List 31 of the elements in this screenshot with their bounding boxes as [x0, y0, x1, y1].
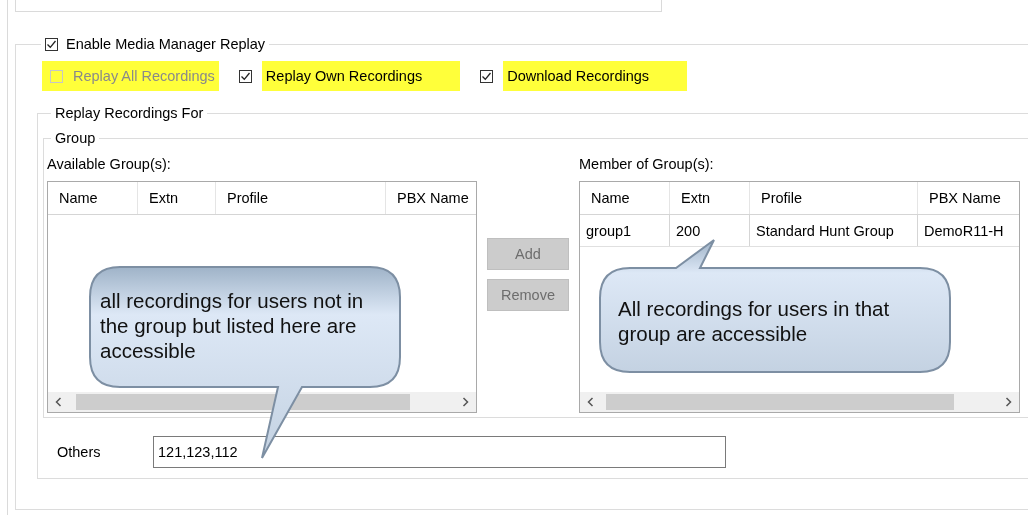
highlighted-label[interactable]: Download Recordings	[503, 61, 688, 91]
checkbox[interactable]	[238, 69, 252, 83]
checkbox[interactable]	[45, 37, 58, 51]
scroll-left-icon[interactable]	[586, 397, 596, 407]
checkbox[interactable]	[480, 69, 494, 83]
callout-text: All recordings for users in that group are accessible	[618, 296, 891, 346]
scroll-right-icon[interactable]	[460, 397, 470, 407]
scroll-left-icon[interactable]	[54, 397, 64, 407]
group-title: Group	[54, 130, 97, 146]
highlighted-label[interactable]: Replay Own Recordings	[261, 61, 461, 91]
horizontal-scrollbar[interactable]	[48, 392, 476, 412]
callout-text: all recordings for users not in the group but listed here are accessible	[100, 288, 365, 363]
group-title: Replay Recordings For	[54, 105, 205, 121]
table-cell: DemoR11-H	[918, 215, 1019, 246]
table-cell: group1	[580, 215, 670, 246]
horizontal-scrollbar[interactable]	[580, 392, 1019, 412]
scroll-right-icon[interactable]	[1003, 397, 1013, 407]
column-header[interactable]: Name	[580, 182, 670, 214]
column-header[interactable]: Profile	[750, 182, 918, 214]
list-label: Available Group(s):	[47, 156, 172, 172]
list-label: Member of Group(s):	[579, 156, 715, 172]
column-header[interactable]: PBX Name	[918, 182, 1019, 214]
column-header[interactable]: Extn	[138, 182, 216, 214]
column-header[interactable]: Profile	[216, 182, 386, 214]
column-header[interactable]: Name	[48, 182, 138, 214]
column-header[interactable]: Extn	[670, 182, 750, 214]
field-label: Others	[57, 444, 102, 460]
table-cell: Standard Hunt Group	[750, 215, 918, 246]
others-field[interactable]: 121,123,112	[153, 436, 726, 468]
checkbox-label[interactable]: Enable Media Manager Replay	[66, 36, 266, 52]
column-header[interactable]: PBX Name	[386, 182, 476, 214]
